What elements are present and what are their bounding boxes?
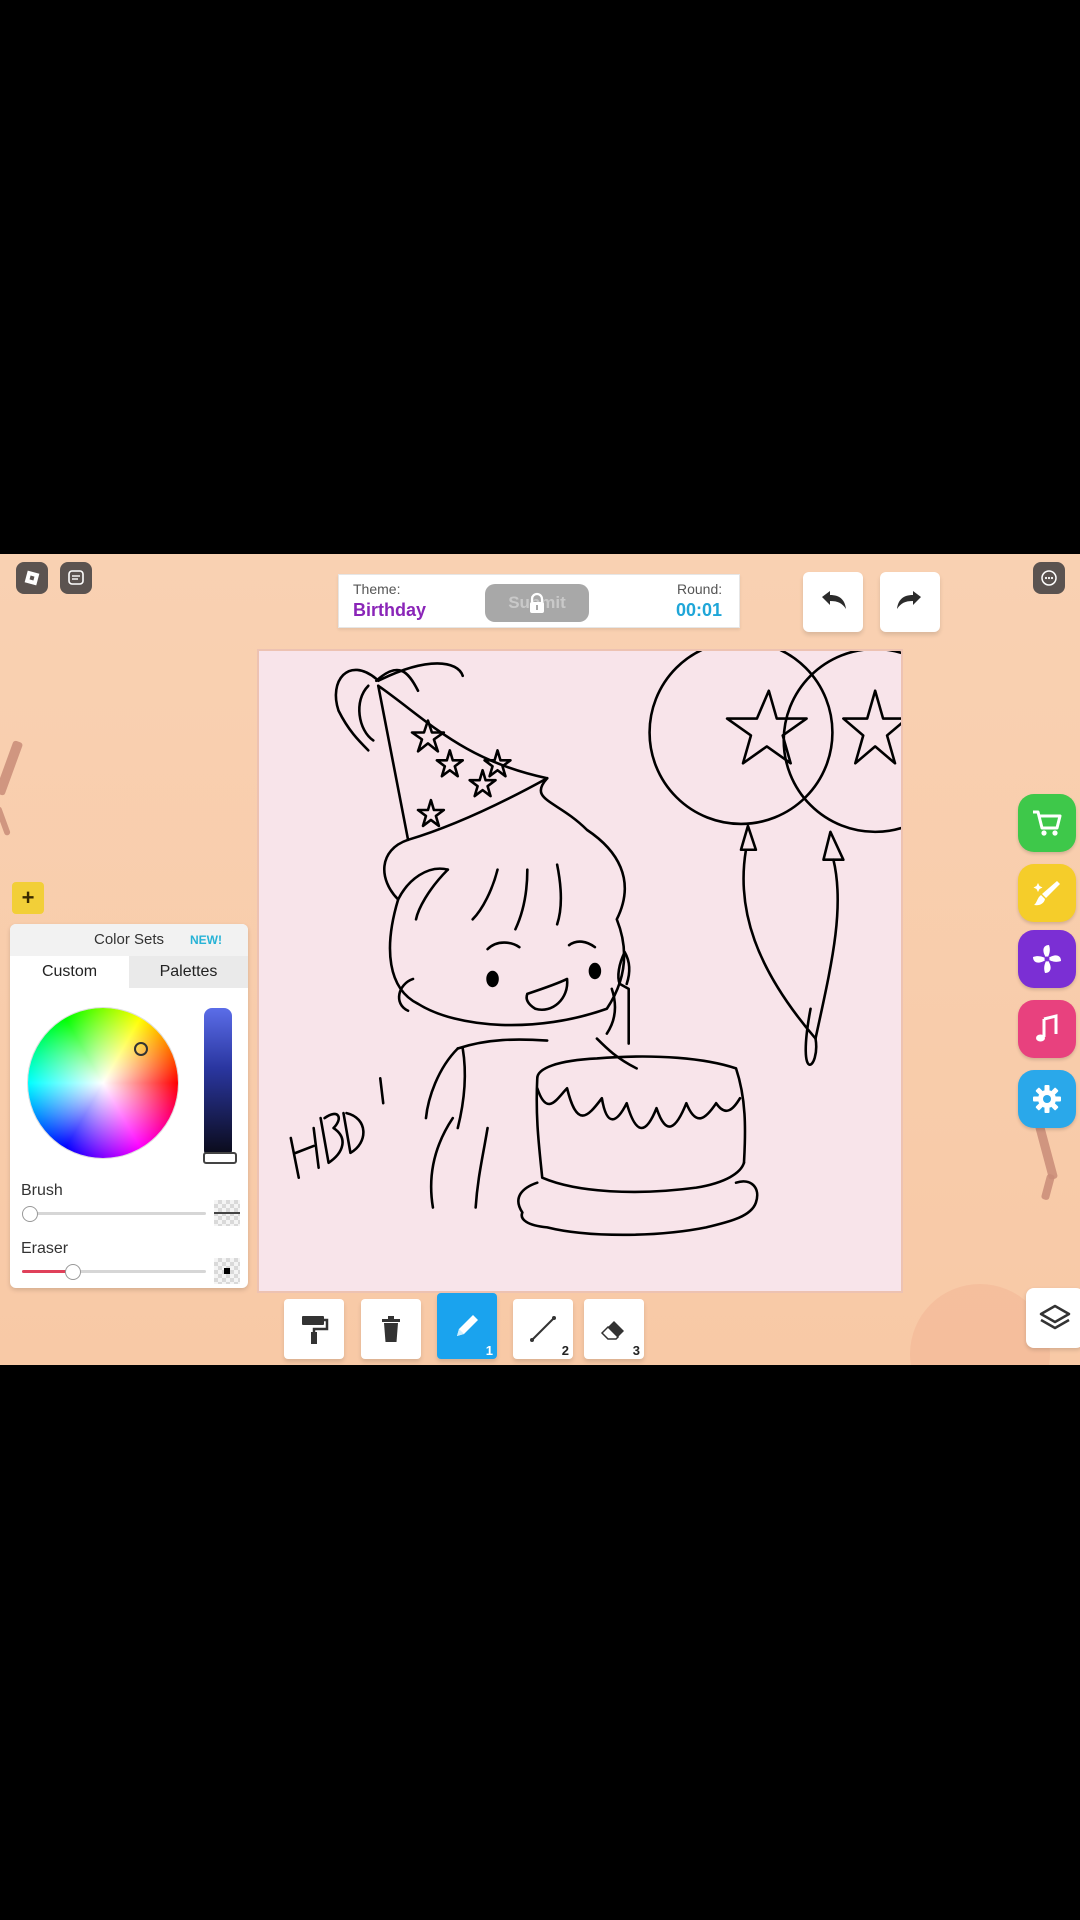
roblox-logo-icon [24,570,40,586]
roblox-menu-button[interactable] [16,562,48,594]
cart-icon [1033,810,1062,836]
pencil-shortcut: 1 [485,1343,493,1358]
color-wheel-cursor[interactable] [134,1042,148,1056]
chat-button[interactable] [60,562,92,594]
brightness-slider[interactable] [204,1008,232,1158]
submit-button[interactable]: Submit [485,584,589,622]
chat-icon [68,570,84,585]
undo-button[interactable] [803,572,863,632]
line-tool[interactable]: 2 [513,1299,573,1359]
decor-stick [1040,1173,1056,1201]
color-sets-title: Color Sets [94,931,165,948]
pinwheel-icon [1033,945,1061,973]
brush-size-knob[interactable] [22,1206,38,1222]
theme-value: Birthday [353,600,427,620]
brush-size-track[interactable] [22,1212,206,1215]
pinwheel-button[interactable] [1018,930,1076,988]
color-panel: Color Sets NEW! Custom Palettes Brush Er… [10,924,248,1288]
layers-icon [1039,1304,1071,1330]
decor-stick [0,739,24,797]
clear-canvas-tool[interactable] [361,1299,421,1359]
redo-icon [897,591,921,609]
more-icon [1041,570,1057,586]
eraser-shortcut: 3 [632,1343,640,1358]
gear-icon [1033,1085,1061,1113]
eraser-label: Eraser [21,1240,69,1257]
color-sets-header: Color Sets NEW! [10,924,248,956]
settings-button[interactable] [1018,1070,1076,1128]
eraser-tool[interactable]: 3 [584,1299,644,1359]
undo-icon [822,591,846,609]
tab-palettes[interactable]: Palettes [129,956,248,988]
layers-button[interactable] [1026,1288,1080,1348]
brightness-slider-knob[interactable] [203,1152,237,1164]
music-note-icon [1036,1014,1058,1042]
eraser-icon [600,1321,624,1340]
decor-stick [0,805,11,837]
line-icon [530,1316,556,1342]
birthday-drawing [289,651,901,1237]
redo-button[interactable] [880,572,940,632]
brush-label: Brush [21,1182,63,1199]
add-color-set-button[interactable]: + [12,882,44,914]
round-timer: 00:01 [676,600,723,620]
shop-button[interactable] [1018,794,1076,852]
color-wheel[interactable] [28,1008,178,1158]
tab-custom[interactable]: Custom [10,956,129,988]
pencil-icon [457,1315,478,1336]
brush-preview [214,1200,240,1226]
trash-icon [382,1316,400,1342]
paint-roller-tool[interactable] [284,1299,344,1359]
theme-round-bar: Theme: Birthday Submit Round: 00:01 [338,574,740,628]
lock-icon [530,592,544,613]
pencil-tool[interactable]: 1 [437,1293,497,1359]
drawing-canvas[interactable] [257,649,903,1293]
brush-sparkle-icon [1033,881,1060,906]
new-badge: NEW! [190,933,222,947]
theme-label: Theme: [353,581,401,597]
eraser-size-knob[interactable] [64,1264,81,1280]
brush-style-button[interactable] [1018,864,1076,922]
game-screen: Theme: Birthday Submit Round: 00:01 [0,554,1080,1365]
eraser-preview [214,1258,240,1284]
paint-roller-icon [302,1316,329,1344]
line-shortcut: 2 [561,1343,569,1358]
round-label: Round: [677,581,723,597]
decor-stick [1034,1123,1059,1181]
music-button[interactable] [1018,1000,1076,1058]
more-options-button[interactable] [1033,562,1065,594]
